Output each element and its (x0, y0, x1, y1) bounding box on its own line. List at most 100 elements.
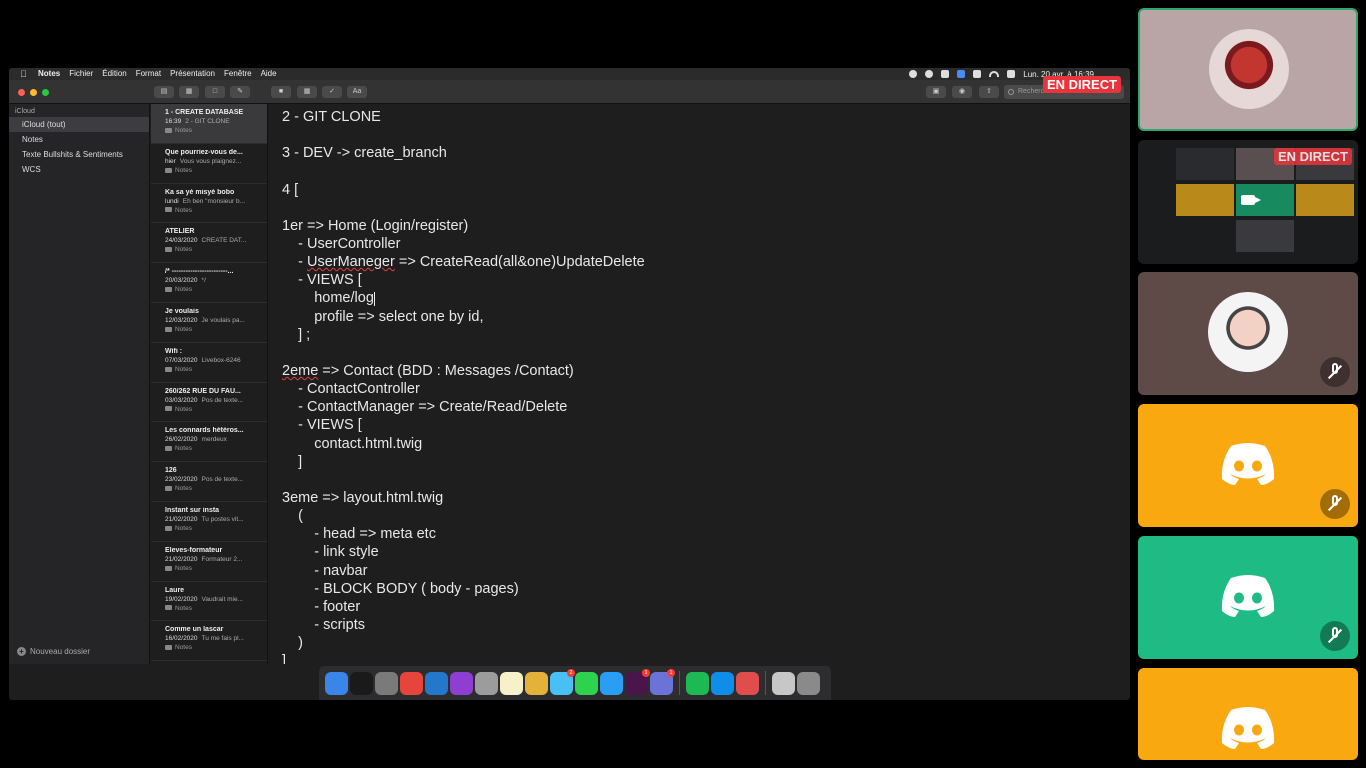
apple-icon[interactable]:  (20, 69, 32, 79)
note-text-line: - BLOCK BODY ( body - pages) (282, 580, 519, 597)
folders-sidebar: iCloud iCloud (tout) Notes Texte Bullshi… (9, 104, 150, 664)
note-list-item[interactable]: Instant sur insta 21/02/2020 Tu postes vit… (151, 502, 267, 542)
teamviewer-icon[interactable] (711, 671, 734, 695)
sidebar-item-texte-bullshits[interactable]: Texte Bullshits & Sentiments (9, 147, 149, 162)
notes-icon[interactable] (500, 671, 523, 695)
folder-icon (165, 247, 172, 253)
menu-fichier[interactable]: Fichier (69, 68, 93, 80)
volume-icon[interactable] (1007, 70, 1016, 78)
note-text-line: profile => select one by id, (282, 308, 484, 325)
chrome-icon[interactable] (400, 671, 423, 695)
close-window-button[interactable] (18, 89, 25, 96)
note-meta: 20/03/2020 */ (165, 277, 261, 284)
memory-icon[interactable] (941, 70, 950, 78)
note-list-item[interactable]: 1 - CREATE DATABASE 16:39 2 - GIT CLONE Not… (151, 104, 267, 144)
note-list-item[interactable]: /* ------------------------... 20/03/2020… (151, 263, 267, 303)
discord-menubar-icon[interactable] (957, 70, 966, 78)
menu-presentation[interactable]: Présentation (170, 68, 215, 80)
spotify-icon[interactable] (686, 671, 709, 695)
discord-icon[interactable]: 1 (650, 668, 675, 695)
note-folder-label: Notes (175, 325, 192, 333)
note-list-item[interactable]: Ka sa yé misyé bobo lundi Eh ben "monsieur… (151, 184, 267, 224)
trash-icon[interactable] (797, 671, 820, 695)
attachments-icon[interactable]: ▣ (926, 86, 946, 98)
participant-discord-tile[interactable] (1138, 404, 1358, 527)
discord-logo-icon (1221, 575, 1275, 617)
vscode-icon[interactable] (425, 671, 448, 695)
new-note-icon[interactable]: ✎ (230, 86, 250, 98)
note-folder-label: Notes (175, 127, 192, 134)
sidebar-toggle-icon[interactable]: ▤ (154, 86, 174, 98)
note-text-line: contact.html.twig (282, 435, 423, 452)
note-list-item[interactable]: 260/262 RUE DU FAU... 03/03/2020 Pos de te… (151, 383, 267, 423)
note-preview: 2 - GIT CLONE (185, 118, 230, 125)
menu-app-name[interactable]: Notes (38, 68, 60, 80)
participant-webcam-tile[interactable] (1138, 8, 1358, 131)
collaborate-icon[interactable]: ◉ (952, 86, 972, 98)
note-list-item[interactable]: Comme un lascar 16/02/2020 Tu me fais pl..… (151, 621, 267, 662)
note-text-line: - navbar (282, 562, 368, 579)
finder-icon[interactable] (325, 671, 348, 695)
terminal-icon[interactable] (350, 671, 373, 695)
menu-fenetre[interactable]: Fenêtre (224, 68, 252, 80)
downloads-icon[interactable] (772, 671, 795, 695)
checklist-icon[interactable]: ✓ (322, 86, 342, 98)
format-button[interactable]: Aa (347, 86, 367, 98)
stream-preview-tile (1176, 148, 1234, 180)
note-list-item[interactable]: Clout (Flightin... (151, 661, 267, 664)
photos-icon[interactable] (525, 671, 548, 695)
note-list-item[interactable]: Que pourriez-vous de... hier Vous vous pla… (151, 144, 267, 184)
menu-aide[interactable]: Aide (261, 68, 277, 80)
dock-separator (679, 671, 680, 695)
status-icon[interactable] (909, 70, 918, 78)
note-list-item[interactable]: Laure 19/02/2020 Vaudrait mie... Notes (151, 582, 267, 622)
new-folder-button[interactable]: + Nouveau dossier (17, 647, 90, 656)
note-text-line: ] (282, 453, 303, 470)
vpn-icon[interactable] (925, 70, 934, 78)
note-text-line: ] (282, 653, 287, 664)
launchpad-icon[interactable] (375, 671, 398, 695)
folder-icon (165, 286, 172, 292)
note-text-line: - UserController (282, 235, 401, 252)
trash-icon[interactable]: □ (205, 86, 225, 98)
table-icon[interactable]: ▦ (297, 86, 317, 98)
lock-icon[interactable]: ■ (271, 86, 291, 98)
note-list-item[interactable]: ATELIER 24/03/2020 CREATE DAT... Notes (151, 223, 267, 264)
whatsapp-icon[interactable] (575, 671, 598, 695)
minimize-window-button[interactable] (30, 89, 37, 96)
note-text-line: - ContactController (282, 381, 420, 398)
sidebar-item-icloud-all[interactable]: iCloud (tout) (9, 117, 149, 132)
participant-discord-tile[interactable] (1138, 668, 1358, 760)
note-text-line: - UserManeger => CreateRead(all&one)Upda… (282, 254, 645, 271)
note-editor[interactable]: 2 - GIT CLONE 3 - DEV -> create_branch 4 [… (269, 104, 1130, 664)
note-list-item[interactable]: Eleves-formateur 21/02/2020 Formateur 2...… (151, 542, 267, 582)
lasso-icon[interactable] (736, 671, 759, 695)
display-icon[interactable] (973, 70, 982, 78)
note-list-item[interactable]: Wifi :07/03/2020 Livebox-6246 Notes (151, 343, 267, 383)
messages-icon[interactable]: 2 (550, 668, 575, 695)
note-meta: 07/03/2020 Livebox-6246 (165, 357, 261, 364)
menu-format[interactable]: Format (136, 68, 161, 80)
participant-stream-tile[interactable]: EN DIRECT (1138, 140, 1358, 264)
note-folder: Notes (165, 644, 261, 651)
wifi-icon[interactable] (989, 71, 1000, 77)
sidebar-item-notes[interactable]: Notes (9, 132, 149, 147)
menu-edition[interactable]: Édition (102, 68, 126, 80)
app-store-icon[interactable] (600, 671, 623, 695)
note-list-item[interactable]: Les connards hétéros... 26/02/2020 merdeux… (151, 422, 267, 463)
sequel-pro-icon[interactable] (475, 671, 498, 695)
zoom-window-button[interactable] (42, 89, 49, 96)
note-preview: Vous vous plaignez... (179, 157, 242, 165)
note-list-item[interactable]: 126 23/02/2020 Pos de texte... Notes (151, 462, 267, 502)
note-title: 126 (165, 467, 177, 475)
share-icon[interactable]: ⇧ (979, 86, 999, 98)
muted-mic-icon (1320, 489, 1350, 519)
note-meta: 21/02/2020 Formateur 2... (165, 556, 261, 563)
participant-discord-tile[interactable] (1138, 536, 1358, 659)
gallery-view-icon[interactable]: ▦ (179, 86, 199, 98)
slack-icon[interactable]: 1 (625, 668, 650, 695)
participant-photo-tile[interactable] (1138, 272, 1358, 395)
sidebar-item-wcs[interactable]: WCS (9, 162, 149, 177)
phpstorm-icon[interactable] (450, 671, 473, 695)
note-list-item[interactable]: Je voulais 12/03/2020 Je voulais pa... Note… (151, 303, 267, 343)
